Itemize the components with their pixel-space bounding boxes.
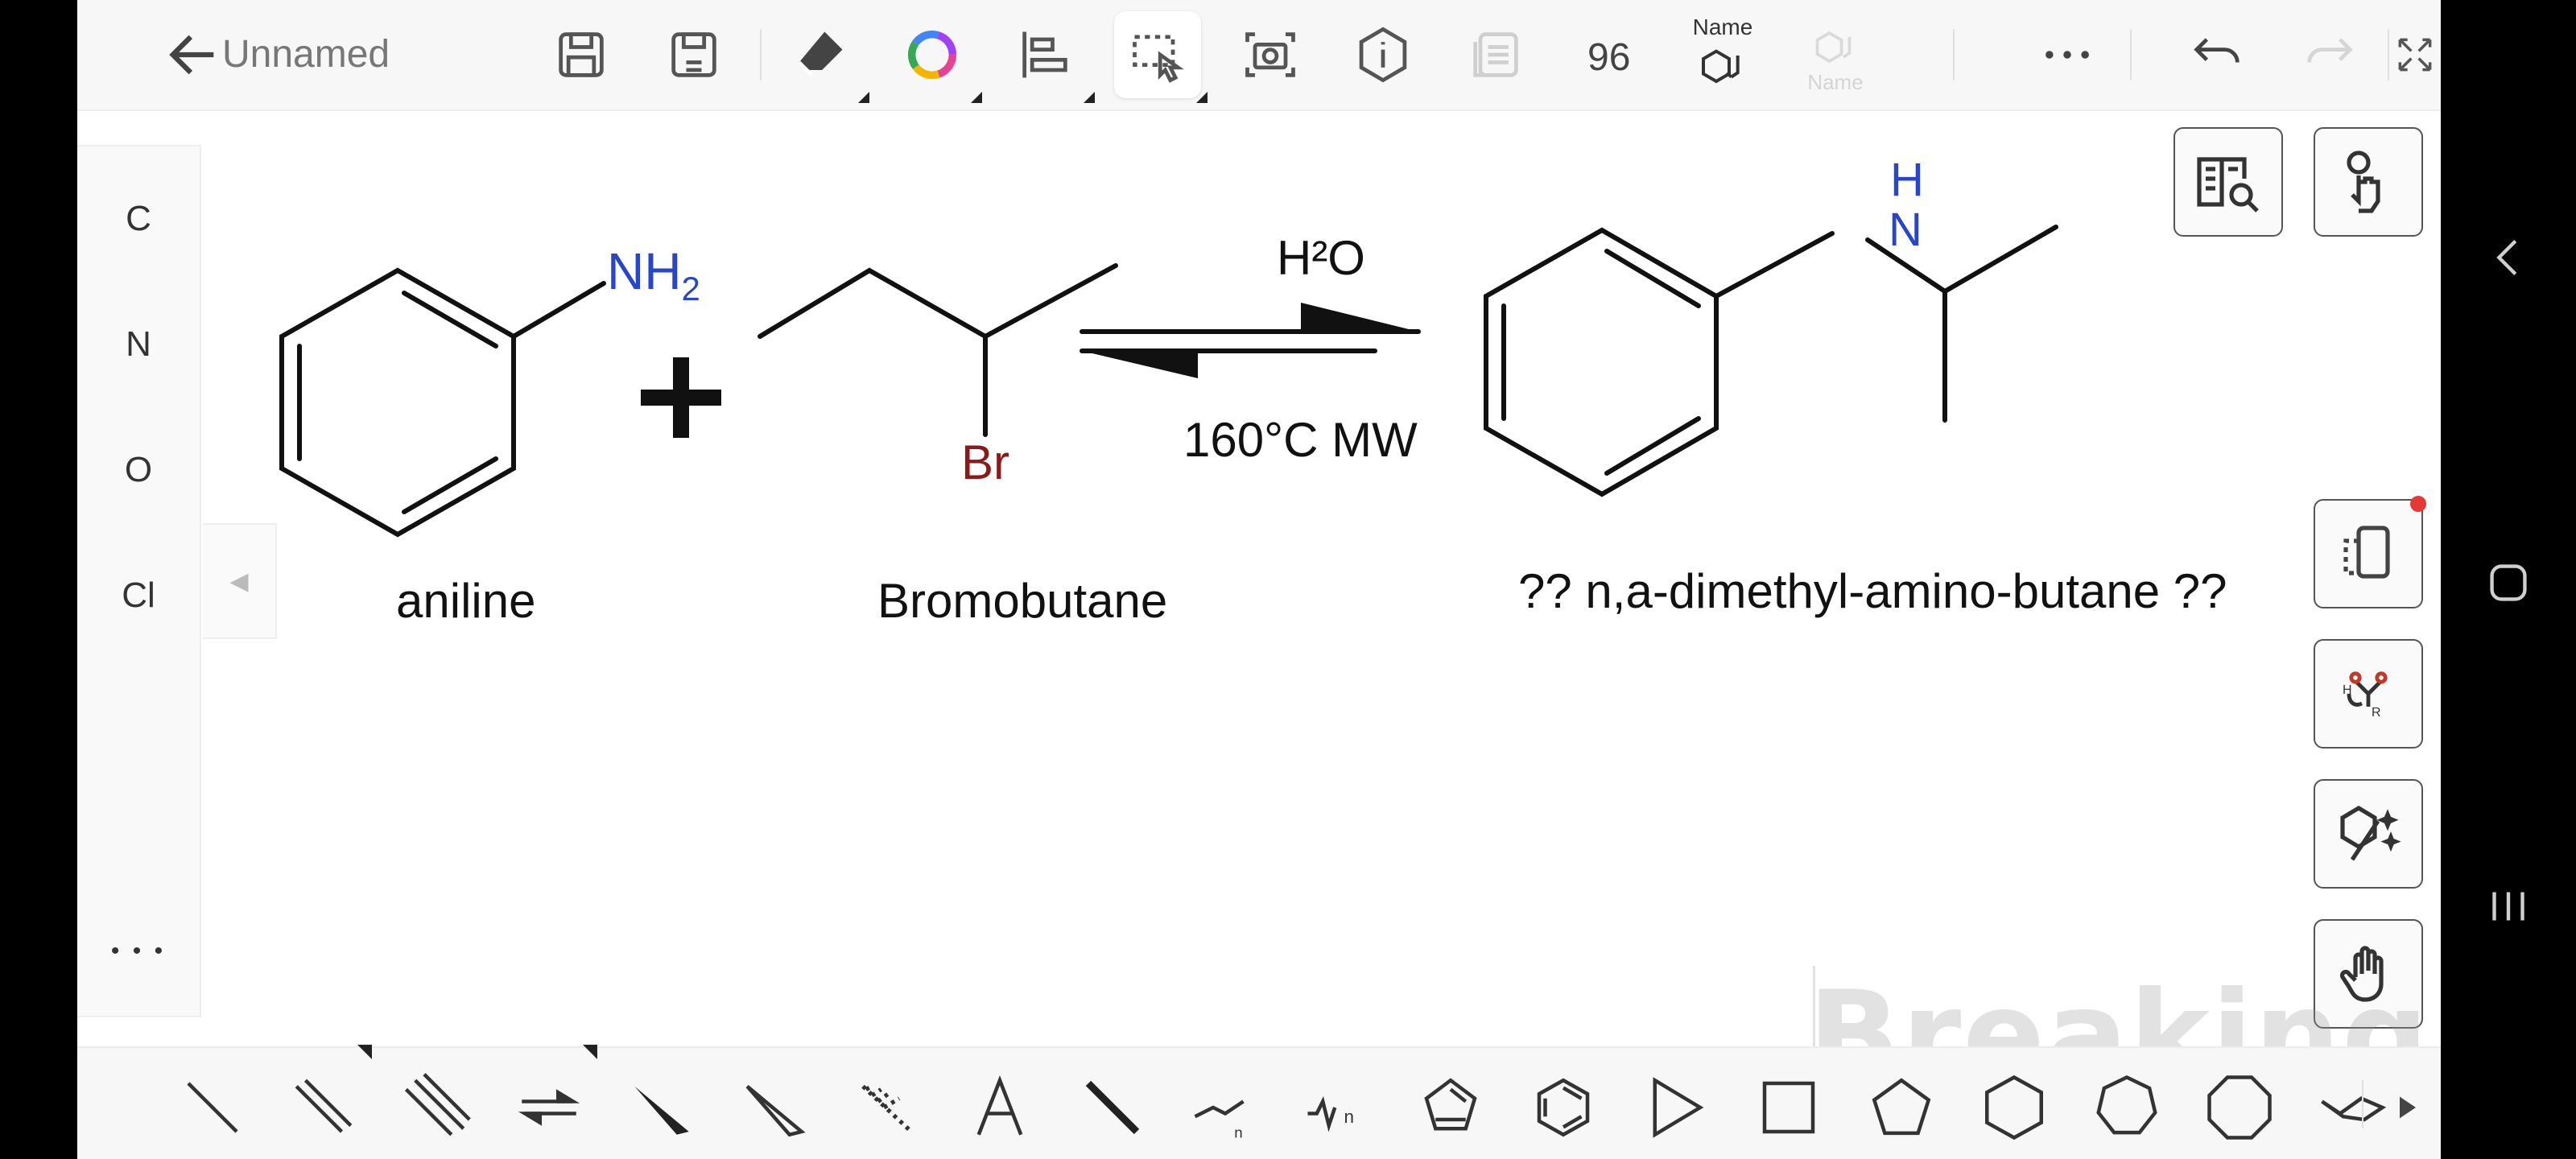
pentagon-icon[interactable] [1856, 1062, 1946, 1153]
reverse-arrowhead [1082, 351, 1198, 378]
clean-structure-button[interactable] [2314, 779, 2423, 889]
reaction-mechanism-button[interactable]: HR [2314, 639, 2423, 749]
device-icon [2343, 526, 2390, 579]
equilibrium-arrow [1080, 329, 1421, 353]
text-tool-icon[interactable] [955, 1062, 1045, 1153]
device-button[interactable] [2314, 496, 2426, 608]
hexagon-icon[interactable] [1969, 1062, 2059, 1153]
forward-arrowhead [1301, 303, 1418, 332]
product-nitrogen[interactable]: N [1889, 203, 1922, 257]
reaction-mechanism-icon: HR [2343, 671, 2388, 720]
triple-bond-icon[interactable] [391, 1062, 481, 1153]
notification-dot [2410, 496, 2426, 512]
svg-text:n: n [1234, 1124, 1242, 1141]
expand-arrow-icon[interactable] [2380, 1062, 2436, 1153]
reaction-condition-solvent[interactable]: H²O [1277, 230, 1365, 286]
svg-text:R: R [2372, 706, 2381, 720]
square-icon[interactable] [1744, 1062, 1834, 1153]
wedge-bond-icon[interactable] [617, 1062, 707, 1153]
system-navigation-bar [2441, 0, 2576, 1159]
single-bond-icon[interactable] [167, 1062, 258, 1153]
bromine-atom[interactable]: Br [961, 435, 1009, 490]
double-bond-icon[interactable] [279, 1045, 372, 1153]
chain-icon[interactable]: n [1180, 1062, 1270, 1153]
svg-text:n: n [1344, 1107, 1355, 1127]
amine-subscript: 2 [681, 269, 700, 307]
bold-bond-icon[interactable] [1067, 1062, 1158, 1153]
product-hydrogen[interactable]: H [1890, 153, 1924, 207]
search-book-button[interactable] [2174, 127, 2283, 237]
product-structure [1484, 225, 2058, 497]
touch-gesture-icon [2347, 151, 2380, 213]
search-book-icon [2197, 157, 2259, 212]
triangle-icon[interactable] [1631, 1062, 1721, 1153]
heptagon-icon[interactable] [2082, 1062, 2172, 1153]
submenu-indicator [357, 1045, 372, 1059]
octagon-icon[interactable] [2194, 1062, 2285, 1153]
bottom-toolbar: n n [77, 1045, 2441, 1159]
aniline-amine-group[interactable]: NH2 [607, 241, 700, 308]
benzene-icon[interactable] [1518, 1062, 1608, 1153]
touch-gesture-button[interactable] [2314, 127, 2423, 237]
submenu-indicator [583, 1045, 597, 1059]
clean-structure-icon [2340, 805, 2401, 861]
plus-sign [641, 357, 721, 438]
toolbar-divider [2362, 1080, 2363, 1128]
chain-n-icon[interactable]: n [1293, 1062, 1383, 1153]
app-window: Unnamed 96 Name Name C N O Cl • • • ◀ NH… [77, 0, 2441, 1159]
aniline-label[interactable]: aniline [396, 573, 535, 629]
home-icon[interactable] [2441, 534, 2576, 631]
bromobutane-label[interactable]: Bromobutane [877, 573, 1167, 629]
drawing-canvas[interactable] [77, 0, 2441, 1046]
recent-apps-icon[interactable] [2441, 858, 2576, 955]
reaction-condition-temperature[interactable]: 160°C MW [1183, 412, 1418, 468]
amine-nh-text: NH [607, 242, 682, 300]
cyclopentadiene-icon[interactable] [1406, 1062, 1496, 1153]
equilibrium-arrow-icon[interactable] [504, 1045, 597, 1153]
product-label[interactable]: ?? n,a-dimethyl-amino-butane ?? [1518, 563, 2227, 619]
aniline-structure [279, 267, 606, 538]
hashed-wedge-icon[interactable] [729, 1062, 819, 1153]
bromobutane-structure [758, 263, 1118, 437]
back-icon[interactable] [2441, 209, 2576, 306]
dashed-bond-icon[interactable] [842, 1062, 932, 1153]
